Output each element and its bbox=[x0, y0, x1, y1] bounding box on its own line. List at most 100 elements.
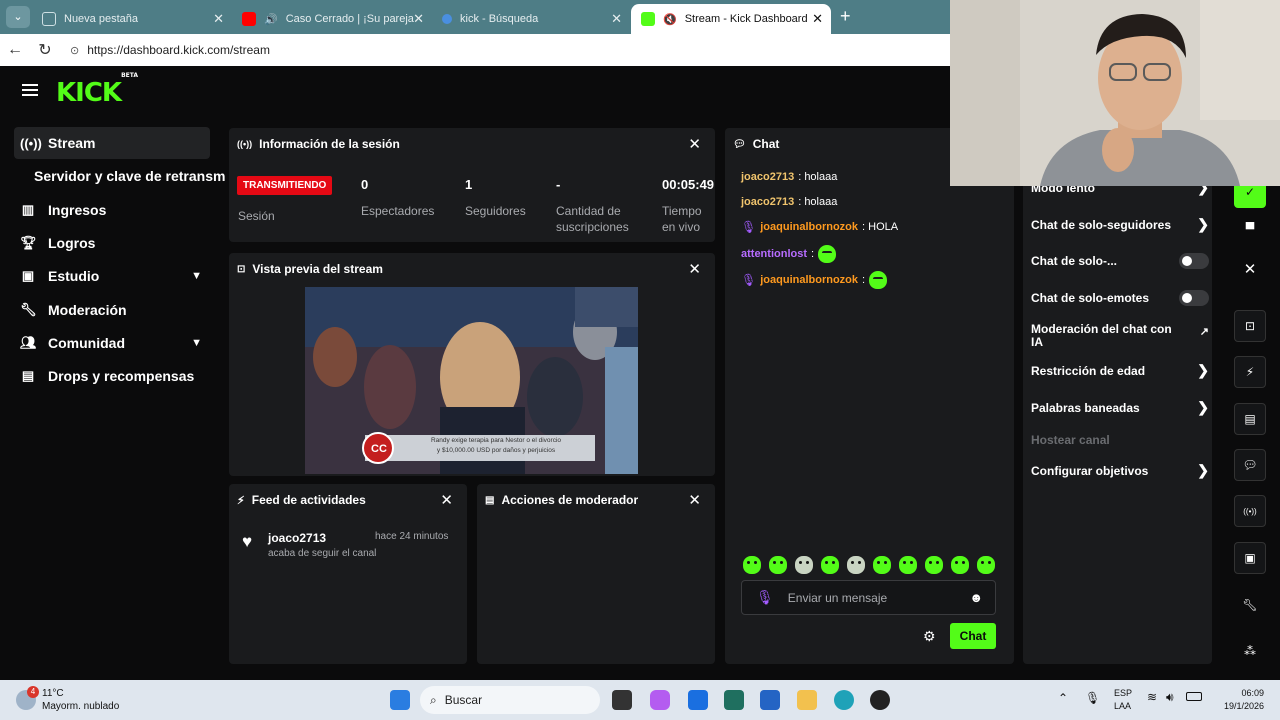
preview-icon[interactable]: ⊡ bbox=[1234, 310, 1266, 342]
lang-line2[interactable]: LAA bbox=[1114, 701, 1131, 711]
gear-icon[interactable]: ⚙ bbox=[923, 628, 936, 645]
emote-icon[interactable] bbox=[769, 556, 787, 574]
tab-kick-dashboard[interactable]: 🔇 Stream - Kick Dashboard ✕ bbox=[631, 4, 831, 34]
sidebar-item-comunidad[interactable]: 👥︎ Comunidad ▼ bbox=[14, 327, 210, 359]
windows-start-icon[interactable] bbox=[390, 690, 410, 710]
close-tab-icon[interactable]: ✕ bbox=[413, 11, 424, 27]
sidebar-item-drops[interactable]: ▤ Drops y recompensas bbox=[14, 360, 210, 392]
lower-third-line2: y $10,000.00 USD por daños y perjuicios bbox=[436, 447, 556, 454]
speaker-icon[interactable]: 🔊 bbox=[264, 13, 278, 26]
close-icon[interactable]: ✕ bbox=[688, 260, 701, 278]
broadcast-icon[interactable]: ((•)) bbox=[1234, 495, 1266, 527]
setting-label: Chat de solo-emotes bbox=[1031, 291, 1150, 305]
close-icon[interactable]: ✕ bbox=[1234, 253, 1266, 285]
obs-icon[interactable] bbox=[870, 690, 890, 710]
emote-icon[interactable] bbox=[847, 556, 865, 574]
people-icon[interactable]: ⁂ bbox=[1234, 635, 1266, 667]
edge-icon[interactable] bbox=[834, 690, 854, 710]
mic-icon[interactable]: 🎙︎ bbox=[1085, 691, 1100, 705]
app-icon[interactable] bbox=[724, 690, 744, 710]
setting-goals[interactable]: Configurar objetivos ❯ bbox=[1031, 463, 1209, 478]
battery-icon[interactable] bbox=[1186, 692, 1202, 701]
copilot-icon[interactable] bbox=[650, 690, 670, 710]
dropbox-icon[interactable] bbox=[688, 690, 708, 710]
send-chat-button[interactable]: Chat bbox=[950, 623, 996, 649]
clock-time[interactable]: 06:09 bbox=[1212, 688, 1264, 698]
session-info-panel: ((•)) Información de la sesión ✕ TRANSMI… bbox=[229, 128, 715, 242]
close-tab-icon[interactable]: ✕ bbox=[213, 11, 224, 27]
sidebar-item-stream[interactable]: ((•)) Stream bbox=[14, 127, 210, 159]
setting-followers-only[interactable]: Chat de solo-seguidores ❯ bbox=[1031, 217, 1209, 232]
emote-icon[interactable] bbox=[899, 556, 917, 574]
sidebar-item-moderacion[interactable]: 🔧︎ Moderación bbox=[14, 294, 210, 326]
chat-username[interactable]: joaco2713 bbox=[741, 171, 794, 183]
layout-icon[interactable]: ▀ bbox=[1234, 213, 1266, 245]
wifi-icon[interactable]: ≋ bbox=[1147, 690, 1157, 704]
chat-settings-panel: Modo lento ❯ Chat de solo-seguidores ❯ C… bbox=[1023, 128, 1212, 664]
tab-caso-cerrado[interactable]: 🔊 Caso Cerrado | ¡Su pareja cre ✕ bbox=[232, 4, 432, 34]
emotes-only-toggle[interactable] bbox=[1179, 290, 1209, 306]
setting-banned-words[interactable]: Palabras baneadas ❯ bbox=[1031, 400, 1209, 415]
setting-age-restriction[interactable]: Restricción de edad ❯ bbox=[1031, 363, 1209, 378]
back-icon[interactable]: ← bbox=[0, 41, 30, 59]
close-tab-icon[interactable]: ✕ bbox=[611, 11, 622, 27]
emote-icon[interactable] bbox=[977, 556, 995, 574]
close-icon[interactable]: ✕ bbox=[688, 491, 701, 509]
close-tab-icon[interactable]: ✕ bbox=[812, 11, 823, 27]
emote-icon[interactable] bbox=[795, 556, 813, 574]
clock-date[interactable]: 19/1/2026 bbox=[1212, 701, 1264, 711]
sidebar-item-ingresos[interactable]: ▥ Ingresos bbox=[14, 194, 210, 226]
setting-emotes-only: Chat de solo-emotes bbox=[1031, 290, 1209, 306]
close-icon[interactable]: ✕ bbox=[688, 135, 701, 153]
live-time-value: 00:05:49 bbox=[662, 177, 715, 192]
subs-only-toggle[interactable] bbox=[1179, 253, 1209, 269]
menu-icon[interactable] bbox=[22, 84, 38, 96]
studio-icon[interactable]: ▣ bbox=[1234, 542, 1266, 574]
task-view-icon[interactable] bbox=[612, 690, 632, 710]
reload-icon[interactable]: ↻ bbox=[30, 40, 60, 60]
broadcast-icon: ((•)) bbox=[237, 139, 253, 149]
chat-username[interactable]: joaco2713 bbox=[741, 196, 794, 208]
emote-icon[interactable] bbox=[743, 556, 761, 574]
site-info-icon[interactable]: ⊙ bbox=[70, 44, 79, 57]
sidebar-item-label: Ingresos bbox=[48, 202, 107, 218]
emote-icon[interactable] bbox=[869, 271, 888, 289]
url-field[interactable]: ⊙ https://dashboard.kick.com/stream bbox=[70, 43, 270, 57]
tab-actions-icon[interactable]: ⌄ bbox=[6, 6, 30, 28]
live-time-label: Tiempo en vivo bbox=[662, 204, 702, 234]
chat-message-input[interactable]: 🎙︎ Enviar un mensaje ☻ bbox=[741, 580, 996, 615]
chevron-up-icon[interactable]: ⌃ bbox=[1058, 691, 1068, 705]
lang-line1[interactable]: ESP bbox=[1114, 688, 1132, 698]
sidebar-item-servidor[interactable]: Servidor y clave de retransm bbox=[28, 160, 228, 192]
chat-icon[interactable]: 💬︎ bbox=[1234, 449, 1266, 481]
kick-favicon-icon bbox=[641, 12, 655, 26]
close-icon[interactable]: ✕ bbox=[440, 491, 453, 509]
folder-icon[interactable] bbox=[797, 690, 817, 710]
emote-icon[interactable] bbox=[925, 556, 943, 574]
setting-ai-moderation[interactable]: Moderación del chat con IA ↗ bbox=[1031, 323, 1209, 349]
sidebar-item-estudio[interactable]: ▣ Estudio ▼ bbox=[14, 260, 210, 292]
emoji-icon[interactable]: ☻ bbox=[969, 590, 983, 605]
emote-icon[interactable] bbox=[821, 556, 839, 574]
sidebar-item-logros[interactable]: 🏆︎ Logros bbox=[14, 227, 210, 259]
emote-icon[interactable] bbox=[951, 556, 969, 574]
kick-logo[interactable]: KICKBETA bbox=[56, 72, 138, 108]
stream-preview-video[interactable]: CC Randy exige terapia para Nestor o el … bbox=[305, 287, 638, 474]
tab-kick-busqueda[interactable]: kick - Búsqueda ✕ bbox=[432, 4, 630, 34]
new-tab-button[interactable]: + bbox=[840, 6, 851, 27]
tab-nueva-pestana[interactable]: Nueva pestaña ✕ bbox=[32, 4, 232, 34]
emote-icon[interactable] bbox=[873, 556, 891, 574]
chat-username[interactable]: joaquinalbornozok bbox=[760, 274, 858, 286]
muted-speaker-icon[interactable]: 🔇 bbox=[663, 13, 677, 26]
activity-time: hace 24 minutos bbox=[375, 531, 449, 542]
taskbar-search[interactable]: ⌕ Buscar bbox=[420, 686, 600, 714]
wrench-icon[interactable]: 🔧︎ bbox=[1234, 589, 1266, 621]
document-icon[interactable]: ▤ bbox=[1234, 403, 1266, 435]
lightning-icon[interactable]: ⚡︎ bbox=[1234, 356, 1266, 388]
chat-username[interactable]: attentionlost bbox=[741, 248, 807, 260]
broadcast-icon: ((•)) bbox=[20, 135, 42, 151]
volume-icon[interactable]: 🔊︎ bbox=[1166, 690, 1174, 705]
emote-icon[interactable] bbox=[818, 245, 837, 263]
store-icon[interactable] bbox=[760, 690, 780, 710]
chat-username[interactable]: joaquinalbornozok bbox=[760, 221, 858, 233]
